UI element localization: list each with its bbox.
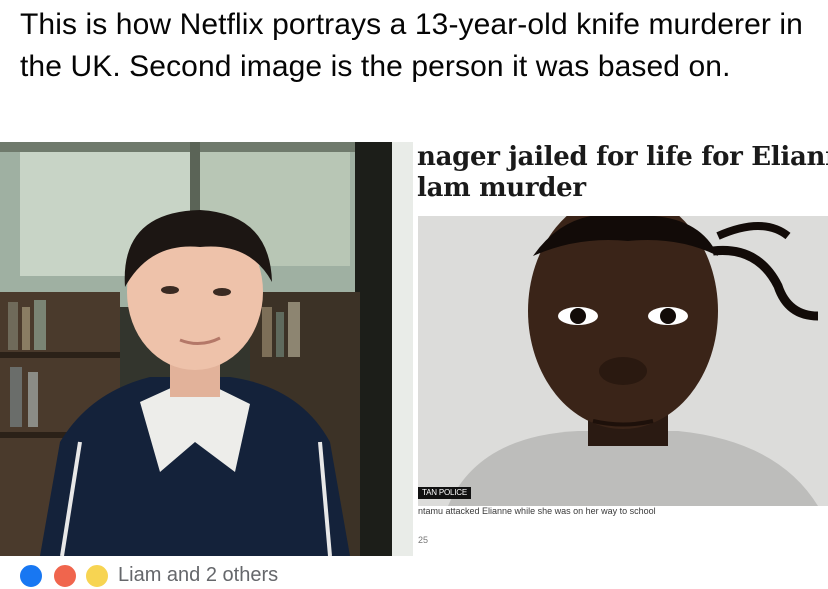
- photo-caption: ntamu attacked Elianne while she was on …: [418, 506, 656, 516]
- care-icon: [84, 563, 110, 589]
- police-photo: [418, 216, 828, 506]
- article-headline-line-1: nager jailed for life for Elianne: [417, 142, 828, 172]
- post-media[interactable]: nager jailed for life for Elianne lam mu…: [0, 142, 828, 556]
- photo-credit-badge: TAN POLICE: [418, 487, 471, 499]
- like-icon: [18, 563, 44, 589]
- netflix-still-image[interactable]: [0, 142, 413, 556]
- reaction-names[interactable]: Liam and 2 others: [118, 564, 278, 587]
- article-headline-line-2: lam murder: [417, 173, 586, 203]
- police-photo-graphic: [418, 216, 828, 506]
- article-date: 25: [418, 535, 429, 545]
- reaction-summary[interactable]: Liam and 2 others: [18, 563, 418, 589]
- article-screenshot-image[interactable]: nager jailed for life for Elianne lam mu…: [413, 142, 828, 556]
- love-icon: [52, 563, 78, 589]
- article-headline: nager jailed for life for Elianne lam mu…: [417, 142, 828, 204]
- post-text: This is how Netflix portrays a 13-year-o…: [20, 8, 803, 83]
- netflix-still-graphic: [0, 142, 413, 556]
